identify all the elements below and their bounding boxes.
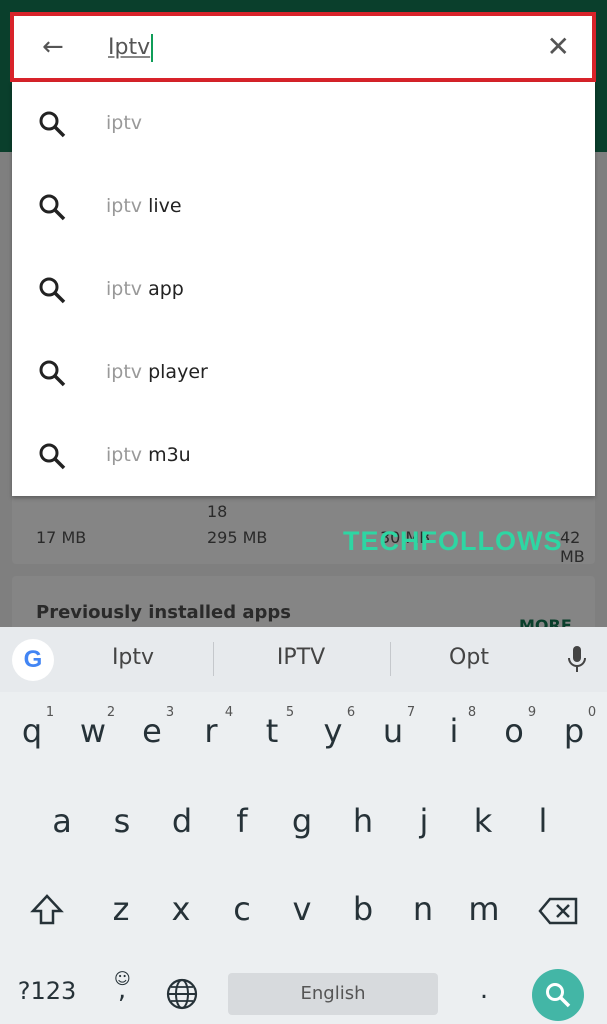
key-n[interactable]: n (413, 890, 433, 928)
suggestion-text: iptv (106, 112, 143, 134)
word-suggestion[interactable]: Iptv (112, 645, 154, 670)
key-l[interactable]: l (539, 802, 548, 840)
suggestion-text: iptv live (106, 195, 182, 217)
key-z[interactable]: z (113, 890, 130, 928)
word-suggestion[interactable]: IPTV (277, 645, 325, 670)
app-size: 42 MB (560, 528, 585, 566)
search-icon (546, 983, 571, 1008)
key-g[interactable]: g (292, 802, 312, 840)
suggestion-text: iptv player (106, 361, 208, 383)
comma-key[interactable]: , (118, 975, 126, 1005)
close-icon[interactable]: ✕ (547, 30, 570, 63)
rating-fragment: 18 (207, 502, 228, 521)
divider (213, 642, 214, 676)
suggestion-item[interactable]: iptv live (12, 165, 595, 248)
symbols-key[interactable]: ?123 (18, 977, 77, 1005)
key-x[interactable]: x (172, 890, 191, 928)
key-j[interactable]: j (420, 802, 429, 840)
space-bar[interactable]: English (228, 973, 438, 1015)
keyboard-suggestion-bar: G Iptv IPTV Opt (0, 627, 607, 692)
globe-icon[interactable] (166, 978, 198, 1010)
key-hint-number: 0 (587, 705, 597, 720)
key-i[interactable]: i (450, 712, 459, 750)
microphone-icon[interactable] (566, 645, 588, 675)
key-q[interactable]: q (22, 712, 42, 750)
key-y[interactable]: y (324, 712, 343, 750)
search-icon (39, 194, 66, 221)
search-icon (39, 360, 66, 387)
key-c[interactable]: c (233, 890, 251, 928)
key-s[interactable]: s (114, 802, 131, 840)
search-icon (39, 277, 66, 304)
suggestion-text: iptv app (106, 278, 184, 300)
key-k[interactable]: k (474, 802, 493, 840)
key-f[interactable]: f (236, 802, 247, 840)
key-hint-number: 9 (527, 705, 537, 720)
text-caret (151, 34, 154, 62)
shift-icon[interactable] (30, 893, 64, 927)
suggestion-item[interactable]: iptv app (12, 248, 595, 331)
key-hint-number: 6 (346, 705, 356, 720)
search-bar[interactable]: ← Iptv ✕ (10, 12, 596, 82)
app-size: 295 MB (207, 528, 268, 547)
key-m[interactable]: m (468, 890, 499, 928)
search-icon (39, 443, 66, 470)
key-h[interactable]: h (353, 802, 373, 840)
key-w[interactable]: w (80, 712, 106, 750)
period-key[interactable]: . (480, 975, 488, 1005)
key-hint-number: 2 (106, 705, 116, 720)
key-v[interactable]: v (293, 890, 312, 928)
google-logo-icon[interactable]: G (12, 639, 54, 681)
suggestion-item[interactable]: iptv player (12, 331, 595, 414)
key-hint-number: 7 (406, 705, 416, 720)
keyboard: G Iptv IPTV Opt ?123 ☺ , English . q1w2e… (0, 627, 607, 1024)
key-p[interactable]: p (564, 712, 584, 750)
key-hint-number: 4 (224, 705, 234, 720)
search-input[interactable]: Iptv (108, 34, 154, 62)
key-t[interactable]: t (266, 712, 279, 750)
search-icon (39, 111, 66, 138)
key-d[interactable]: d (172, 802, 192, 840)
key-b[interactable]: b (353, 890, 373, 928)
app-size: 17 MB (36, 528, 87, 547)
search-key[interactable] (532, 969, 584, 1021)
suggestion-item[interactable]: iptv m3u (12, 414, 595, 497)
key-a[interactable]: a (52, 802, 72, 840)
divider (390, 642, 391, 676)
key-u[interactable]: u (383, 712, 403, 750)
backspace-icon[interactable] (538, 897, 578, 925)
suggestion-list: iptv iptv live iptv app iptv player iptv m3u (12, 82, 595, 496)
word-suggestion[interactable]: Opt (449, 645, 489, 670)
key-r[interactable]: r (204, 712, 217, 750)
watermark: TECHFOLLOWS (343, 526, 563, 556)
key-e[interactable]: e (142, 712, 162, 750)
suggestion-item[interactable]: iptv (12, 82, 595, 165)
key-hint-number: 5 (285, 705, 295, 720)
suggestion-text: iptv m3u (106, 444, 191, 466)
arrow-back-icon[interactable]: ← (42, 32, 64, 62)
section-title: Previously installed apps (36, 602, 292, 623)
key-hint-number: 1 (45, 705, 55, 720)
key-hint-number: 3 (165, 705, 175, 720)
key-o[interactable]: o (504, 712, 524, 750)
key-hint-number: 8 (467, 705, 477, 720)
